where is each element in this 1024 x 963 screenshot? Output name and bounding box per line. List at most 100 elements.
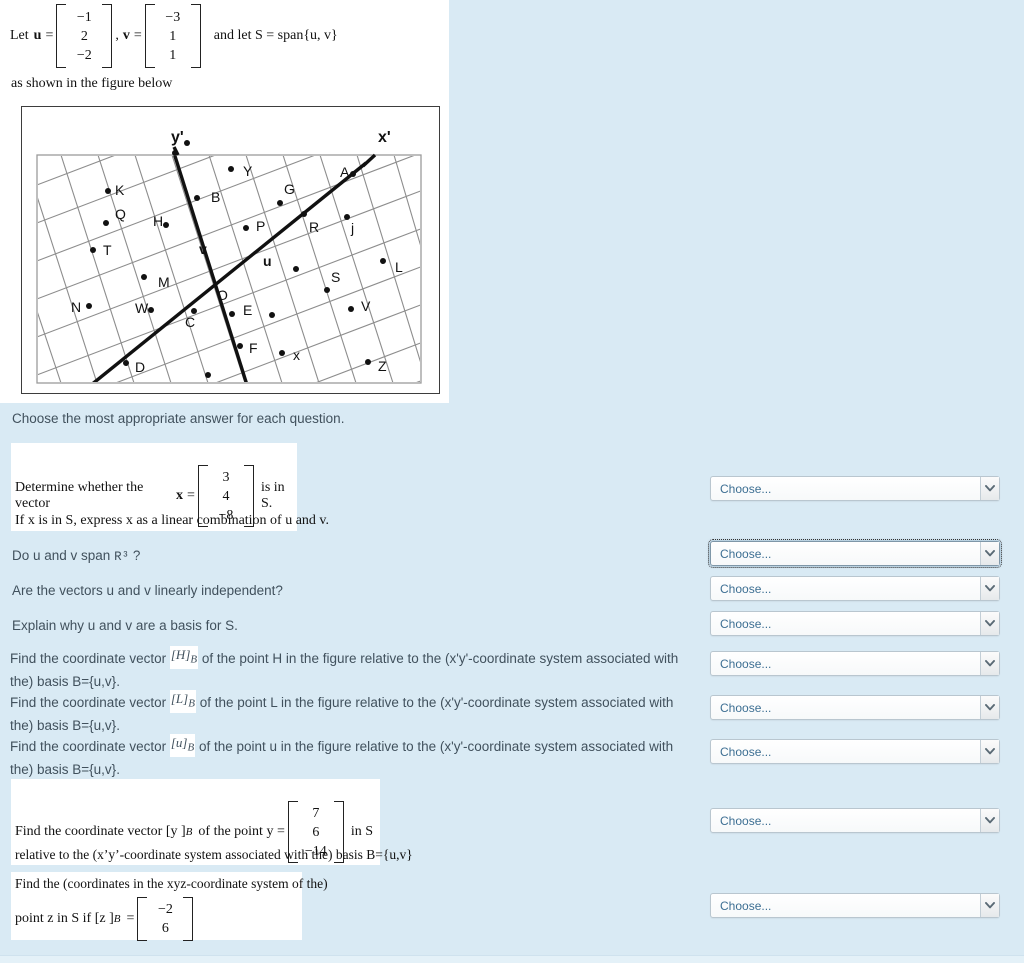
answer-dropdown-6[interactable]: Choose... [710,695,1000,720]
figure-point-dot [237,343,243,349]
dropdown-7-value: Choose... [720,744,772,759]
dropdown-5-value: Choose... [720,656,772,671]
figure-point-label-S: S [331,269,341,285]
v-entry-3: 1 [169,47,177,63]
dropdown-1-value: Choose... [720,481,772,496]
chevron-down-icon[interactable] [980,894,999,917]
figure-point-dot [184,140,190,146]
figure-point-label-C: C [185,314,196,330]
figure-point-dot [194,195,200,201]
answer-dropdown-2[interactable]: Choose... [708,539,1002,568]
figure-point-dot [350,171,356,177]
q7-basis-subscript: B [187,741,195,754]
q8-pre-text: Find the coordinate vector [y ] [15,824,186,839]
chevron-down-icon[interactable] [980,477,999,500]
q7-bracket-symbol: u [175,735,183,750]
question-block-2: Do u and v span R³ ? [12,547,432,566]
comma-separator: , [115,28,119,43]
figure-point-dot [123,360,129,366]
q9-vec-entry-2: 6 [161,921,169,936]
q7-bracket-expression: [u]B [169,734,196,757]
dropdown-2-value: Choose... [720,546,772,561]
figure-point-dot [348,306,354,312]
vector-definition-row: Let u = −1 2 −2 , v = −3 1 1 and let S =… [10,4,338,68]
page-background: Let u = −1 2 −2 , v = −3 1 1 and let S =… [0,0,1024,956]
bracket-right [102,4,113,68]
chevron-down-icon[interactable] [980,696,999,719]
figure-point-dot [269,312,275,318]
figure-point-dot [229,311,235,317]
q9-basis-subscript: B [113,913,121,925]
q2-text-a: Do u and v span [12,548,115,563]
figure-point-dot [163,222,169,228]
q1-x-symbol: x [176,488,184,503]
figure-point-label-j: j [351,220,355,236]
question-1-subtext: If x is in S, express x as a linear comb… [15,513,330,528]
question-block-3: Are the vectors u and v linearly indepen… [12,583,283,598]
figure-point-dot [141,274,147,280]
figure-point-label-D: D [135,359,146,375]
figure-point-label-N: N [71,299,82,315]
answer-dropdown-7[interactable]: Choose... [710,739,1000,764]
answer-dropdown-9[interactable]: Choose... [710,893,1000,918]
chevron-down-icon[interactable] [980,740,999,763]
figure-point-label-B: B [211,189,221,205]
u-symbol: u [33,28,42,43]
figure-point-label-O: O [217,287,228,303]
answer-dropdown-4[interactable]: Choose... [710,611,1000,636]
figure-point-label-H: H [153,213,164,229]
answer-dropdown-3[interactable]: Choose... [710,576,1000,601]
q1-vec-entry-1: 3 [222,469,230,485]
answer-dropdown-1[interactable]: Choose... [710,476,1000,501]
figure-point-label-Y: Y [243,163,253,179]
figure-point-dot [205,372,211,378]
coordinate-figure: y' x' K Y A B G Q H P Rj Tv u L M S O N W E V C Fx D Z [21,106,440,394]
dropdown-4-value: Choose... [720,616,772,631]
chevron-down-icon[interactable] [980,612,999,635]
figure-point-dot [293,266,299,272]
answer-dropdown-5[interactable]: Choose... [710,651,1000,676]
chevron-down-icon[interactable] [980,577,999,600]
q5-pre-text: Find the coordinate vector [10,651,167,666]
q1-trail-text: is in S. [260,480,285,511]
q8-vec-entry-2: 6 [312,824,320,840]
chevron-down-icon[interactable] [980,809,999,832]
figure-point-dot [172,150,178,156]
question-8-subtext: relative to the (x’y’-coordinate system … [15,847,413,862]
figure-point-dot [344,214,350,220]
v-entry-2: 1 [169,28,177,44]
axis-label-y-prime: y' [171,129,184,146]
figure-point-label-T: T [103,242,112,258]
chevron-down-icon[interactable] [980,652,999,675]
question-block-5: Find the coordinate vector [H]B of the p… [10,646,690,691]
figure-point-dot [277,200,283,206]
chevron-down-icon[interactable] [980,542,999,565]
figure-point-dot [105,188,111,194]
question-block-1: Determine whether the vector x = 3 4 −8 … [11,443,329,531]
u-vector-matrix: −1 2 −2 [56,4,113,68]
q8-vec-entry-1: 7 [312,805,320,821]
instruction-text: Choose the most appropriate answer for e… [12,411,345,426]
bracket-left [144,4,155,68]
dropdown-6-value: Choose... [720,700,772,715]
bracket-right [183,897,194,941]
figure-point-dot [380,258,386,264]
page-bottom-strip [0,956,1024,963]
figure-point-label-Z: Z [378,358,387,374]
answer-dropdown-8[interactable]: Choose... [710,808,1000,833]
figure-point-label-v: v [199,241,207,257]
q2-r3-symbol: R³ [114,550,130,564]
q9-lead-text: point z in S if [z ] [15,911,114,926]
question-block-9: Find the (coordinates in the xyz-coordin… [11,872,328,941]
bracket-left [137,897,148,941]
v-symbol: v [122,28,130,43]
q6-bracket-symbol: L [175,691,184,706]
q6-basis-subscript: B [188,697,195,710]
q8-mid-text: of the point y = [198,824,285,839]
v-vector-matrix: −3 1 1 [144,4,201,68]
dropdown-3-value: Choose... [720,581,772,596]
figure-point-label-L: L [395,259,403,275]
question-block-6: Find the coordinate vector [L]B of the p… [10,690,690,735]
question-block-7: Find the coordinate vector [u]B of the p… [10,734,690,779]
dropdown-9-value: Choose... [720,898,772,913]
